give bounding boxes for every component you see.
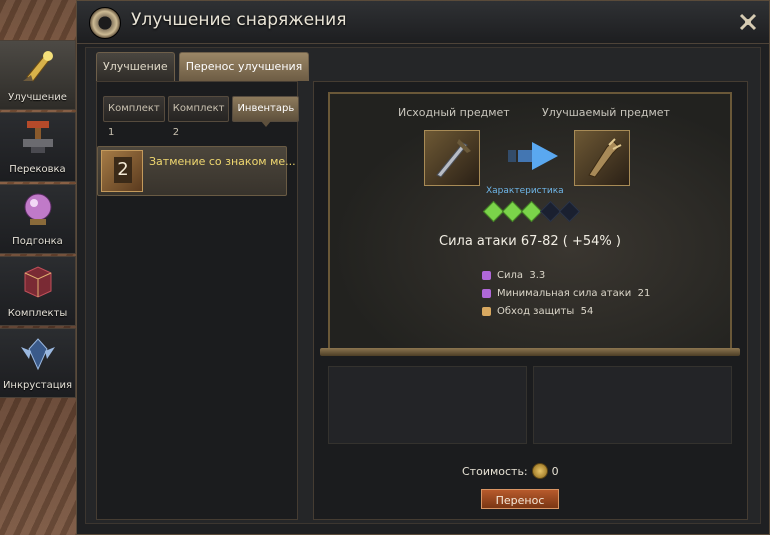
window-title: Улучшение снаряжения (131, 10, 347, 30)
anvil-hammer-icon (17, 119, 59, 157)
tab-upgrade[interactable]: Улучшение (96, 52, 175, 81)
inventory-panel: Комплект 1 Комплект 2 Инвентарь 2 Затмен… (96, 81, 300, 520)
stat-row: Минимальная сила атаки 21 (482, 284, 650, 302)
nav-item-upgrade[interactable]: Улучшение (0, 40, 76, 110)
nav-label: Подгонка (12, 236, 63, 247)
transfer-panel: Исходный предмет Улучшаемый предмет Хара… (313, 81, 748, 520)
stat-value: 21 (637, 287, 651, 299)
nav-label: Улучшение (8, 92, 67, 103)
gear-icon (89, 7, 121, 39)
transfer-box: Исходный предмет Улучшаемый предмет Хара… (320, 92, 740, 356)
close-button[interactable] (737, 11, 759, 33)
nav-item-sets[interactable]: Комплекты (0, 256, 76, 326)
item-count: 2 (114, 157, 132, 183)
cost-label: Стоимость: (462, 464, 528, 478)
main-tabs: Улучшение Перенос улучшения (96, 52, 310, 81)
attack-power: Сила атаки 67-82 ( +54% ) (439, 234, 621, 249)
stat-value: 3.3 (529, 269, 546, 281)
close-icon (739, 13, 757, 31)
transfer-button[interactable]: Перенос (481, 489, 559, 509)
cost-row: Стоимость: 0 (462, 463, 559, 479)
crest-emblem-icon (17, 335, 59, 373)
source-label: Исходный предмет (398, 106, 510, 119)
sword-icon (436, 139, 471, 178)
crystal-ball-icon (17, 191, 59, 229)
nav-label: Инкрустация (2, 380, 73, 391)
stat-dot-icon (482, 270, 491, 280)
target-item-slot[interactable] (574, 130, 630, 186)
upgrade-window: Улучшение снаряжения Улучшение Перенос у… (76, 0, 770, 535)
arrow-right-icon (508, 142, 558, 170)
nav-label: Комплекты (7, 308, 68, 319)
subtabs: Комплект 1 Комплект 2 Инвентарь (103, 96, 300, 138)
set-cube-icon (17, 263, 59, 301)
nav-item-fitting[interactable]: Подгонка (0, 184, 76, 254)
stat-row: Обход защиты 54 (482, 302, 650, 320)
stat-list: Сила 3.3 Минимальная сила атаки 21 Обход… (482, 266, 650, 320)
target-label: Улучшаемый предмет (542, 106, 670, 119)
upgrade-gems (482, 200, 581, 223)
titlebar: Улучшение снаряжения (77, 1, 769, 44)
stat-row: Сила 3.3 (482, 266, 650, 284)
subtab-inventory[interactable]: Инвентарь (232, 96, 300, 122)
characteristic-label: Характеристика (486, 186, 564, 196)
stat-label: Минимальная сила атаки (497, 287, 632, 299)
coin-icon (531, 463, 548, 479)
item-name: Затмение со знаком ме... (149, 155, 296, 168)
gem-empty (558, 200, 581, 223)
stat-dot-icon (482, 306, 491, 316)
gauntlet-icon (588, 138, 622, 178)
subtab-set-2[interactable]: Комплект 2 (167, 96, 230, 138)
side-nav: Улучшение Перековка Подгонка Комплекты И… (0, 40, 76, 400)
stat-value: 54 (580, 305, 594, 317)
inventory-item[interactable]: 2 Затмение со знаком ме... (97, 146, 296, 196)
tab-transfer-upgrade[interactable]: Перенос улучшения (178, 52, 310, 81)
nav-item-inlay[interactable]: Инкрустация (0, 328, 76, 398)
cost-value: 0 (551, 464, 559, 478)
stat-dot-icon (482, 288, 491, 298)
empty-slot (328, 366, 527, 444)
nav-label: Перековка (9, 164, 66, 175)
stat-label: Обход защиты (497, 305, 575, 317)
body-area: Улучшение Перенос улучшения Комплект 1 К… (85, 47, 761, 524)
source-item-slot[interactable] (424, 130, 480, 186)
item-scroll-icon: 2 (101, 150, 143, 192)
stat-label: Сила (497, 269, 524, 281)
nav-item-reforge[interactable]: Перековка (0, 112, 76, 182)
result-area (328, 366, 732, 444)
empty-slot (533, 366, 732, 444)
subtab-set-1[interactable]: Комплект 1 (103, 96, 165, 138)
upgrade-brush-icon (17, 47, 59, 85)
